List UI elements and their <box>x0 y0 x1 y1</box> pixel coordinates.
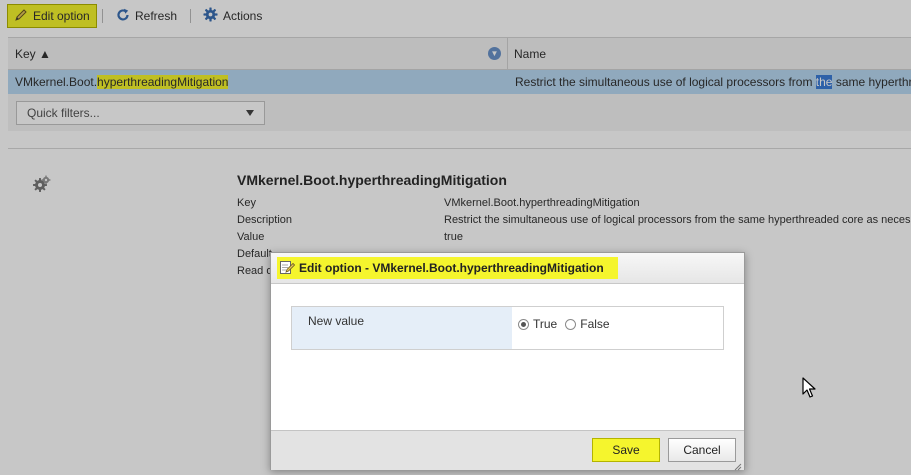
dialog-title-highlight: Edit option - VMkernel.Boot.hyperthreadi… <box>277 257 618 279</box>
new-value-label: New value <box>292 307 512 349</box>
dialog-title: Edit option - VMkernel.Boot.hyperthreadi… <box>299 261 604 275</box>
radio-true-label[interactable]: True <box>533 317 557 331</box>
new-value-row: New value True False <box>291 306 724 350</box>
resize-grip-icon[interactable] <box>734 460 742 471</box>
cancel-button[interactable]: Cancel <box>668 438 736 462</box>
new-value-radio-group: True False <box>518 317 618 331</box>
radio-true[interactable] <box>518 318 529 330</box>
dialog-title-bar[interactable]: Edit option - VMkernel.Boot.hyperthreadi… <box>271 253 744 284</box>
save-button[interactable]: Save <box>592 438 660 462</box>
edit-option-dialog: Edit option - VMkernel.Boot.hyperthreadi… <box>270 252 745 471</box>
mouse-cursor-icon <box>802 377 818 399</box>
radio-false-label[interactable]: False <box>580 317 609 331</box>
radio-false[interactable] <box>565 318 577 330</box>
dialog-footer: Save Cancel <box>271 430 744 471</box>
edit-document-icon <box>279 259 296 278</box>
